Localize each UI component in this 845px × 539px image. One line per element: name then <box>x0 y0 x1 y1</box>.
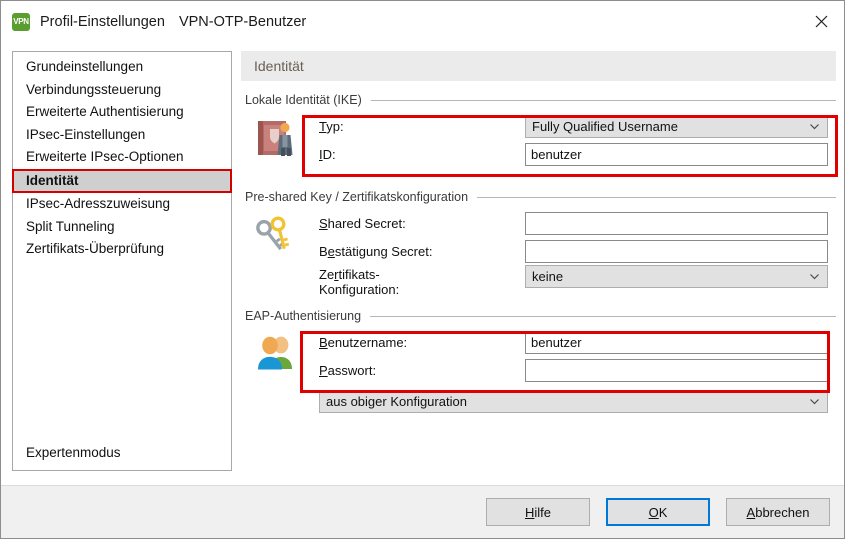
sidebar-item-erweiterte-ipsec-optionen[interactable]: Erweiterte IPsec-Optionen <box>13 146 231 169</box>
group-lokale-identitaet: Lokale Identität (IKE) Typ: Fully Qualif… <box>241 93 838 177</box>
group-title-preshared-key: Pre-shared Key / Zertifikatskonfiguratio… <box>245 190 836 204</box>
label-benutzername: Benutzername: <box>319 334 408 350</box>
ok-button[interactable]: OK <box>606 498 710 526</box>
label-passwort: Passwort: <box>319 362 377 378</box>
sidebar-item-ipsec-einstellungen[interactable]: IPsec-Einstellungen <box>13 124 231 147</box>
sidebar-item-grundeinstellungen[interactable]: Grundeinstellungen <box>13 56 231 79</box>
id-input[interactable] <box>525 142 828 166</box>
cert-config-dropdown[interactable]: keine <box>525 265 828 288</box>
row-id: ID: <box>319 140 836 168</box>
group-divider <box>370 99 836 101</box>
dialog-footer: Hilfe OK Abbrechen <box>1 485 844 538</box>
chevron-down-icon <box>810 398 819 404</box>
typ-dropdown-value: Fully Qualified Username <box>532 118 678 134</box>
group-title-eap-authentisierung: EAP-Authentisierung <box>245 309 836 323</box>
eap-source-dropdown-value: aus obiger Konfiguration <box>326 393 467 409</box>
label-confirm-secret: Bestätigung Secret: <box>319 243 433 259</box>
chevron-down-icon <box>810 274 819 280</box>
sidebar-item-erweiterte-authentisierung[interactable]: Erweiterte Authentisierung <box>13 101 231 124</box>
dialog-body: Grundeinstellungen Verbindungssteuerung … <box>1 42 844 485</box>
users-icon <box>253 331 299 377</box>
vpn-app-icon: VPN <box>12 12 30 31</box>
main-panel: Identität Lokale Identität (IKE) Typ: Fu… <box>233 42 844 485</box>
passwort-input[interactable] <box>525 358 828 382</box>
group-body-lokale-identitaet: Typ: Fully Qualified Username ID: <box>245 107 836 174</box>
page-title: Identität <box>241 51 836 81</box>
keys-icon <box>253 212 299 258</box>
title-bar: VPN Profil-Einstellungen VPN-OTP-Benutze… <box>1 1 844 42</box>
row-eap-source: aus obiger Konfiguration <box>319 387 836 415</box>
label-cert-config: Zertifikats- Konfiguration: <box>319 267 400 297</box>
help-button[interactable]: Hilfe <box>486 498 590 526</box>
group-label: Pre-shared Key / Zertifikatskonfiguratio… <box>245 190 469 204</box>
label-typ: Typ: <box>319 118 344 134</box>
sidebar-item-verbindungssteuerung[interactable]: Verbindungssteuerung <box>13 79 231 102</box>
group-label: EAP-Authentisierung <box>245 309 362 323</box>
sidebar-item-zertifikats-ueberpruefung[interactable]: Zertifikats-Überprüfung <box>13 238 231 261</box>
row-shared-secret: Shared Secret: <box>319 209 836 237</box>
row-cert-config: Zertifikats- Konfiguration: keine <box>319 265 836 299</box>
group-body-eap-authentisierung: Benutzername: Passwort: aus obiger Konfi… <box>245 323 836 420</box>
passport-id-icon <box>253 115 299 161</box>
confirm-secret-input[interactable] <box>525 239 828 263</box>
row-confirm-secret: Bestätigung Secret: <box>319 237 836 265</box>
group-title-lokale-identitaet: Lokale Identität (IKE) <box>245 93 836 107</box>
row-passwort: Passwort: <box>319 356 836 384</box>
window-subtitle: VPN-OTP-Benutzer <box>178 13 307 30</box>
group-label: Lokale Identität (IKE) <box>245 93 362 107</box>
row-benutzername: Benutzername: <box>319 328 836 356</box>
sidebar-item-expertenmodus[interactable]: Expertenmodus <box>26 445 121 460</box>
label-cert-config-line2: Konfiguration: <box>319 282 400 297</box>
benutzername-input[interactable] <box>525 330 828 354</box>
cancel-button[interactable]: Abbrechen <box>726 498 830 526</box>
cert-config-dropdown-value: keine <box>532 269 564 284</box>
row-typ: Typ: Fully Qualified Username <box>319 112 836 140</box>
group-divider <box>370 315 836 317</box>
group-preshared-key: Pre-shared Key / Zertifikatskonfiguratio… <box>241 190 836 297</box>
label-shared-secret: Shared Secret: <box>319 215 406 231</box>
profile-settings-dialog: VPN Profil-Einstellungen VPN-OTP-Benutze… <box>0 0 845 539</box>
group-body-preshared-key: Shared Secret: Bestätigung Secret: Zerti… <box>245 204 836 297</box>
group-eap-authentisierung: EAP-Authentisierung Benutzername: benutz… <box>241 309 836 420</box>
settings-category-list[interactable]: Grundeinstellungen Verbindungssteuerung … <box>12 51 232 471</box>
sidebar-item-ipsec-adresszuweisung[interactable]: IPsec-Adresszuweisung <box>13 193 231 216</box>
sidebar-item-identitaet[interactable]: Identität <box>12 168 232 193</box>
chevron-down-icon <box>810 123 819 129</box>
window-title: Profil-Einstellungen <box>40 13 165 30</box>
shared-secret-input[interactable] <box>525 211 828 235</box>
eap-source-dropdown[interactable]: aus obiger Konfiguration <box>319 389 828 413</box>
typ-dropdown[interactable]: Fully Qualified Username <box>525 114 828 138</box>
close-icon[interactable] <box>798 1 844 42</box>
label-id: ID: <box>319 146 336 162</box>
group-divider <box>477 196 836 198</box>
sidebar-container: Grundeinstellungen Verbindungssteuerung … <box>1 42 233 485</box>
sidebar-item-split-tunneling[interactable]: Split Tunneling <box>13 216 231 239</box>
